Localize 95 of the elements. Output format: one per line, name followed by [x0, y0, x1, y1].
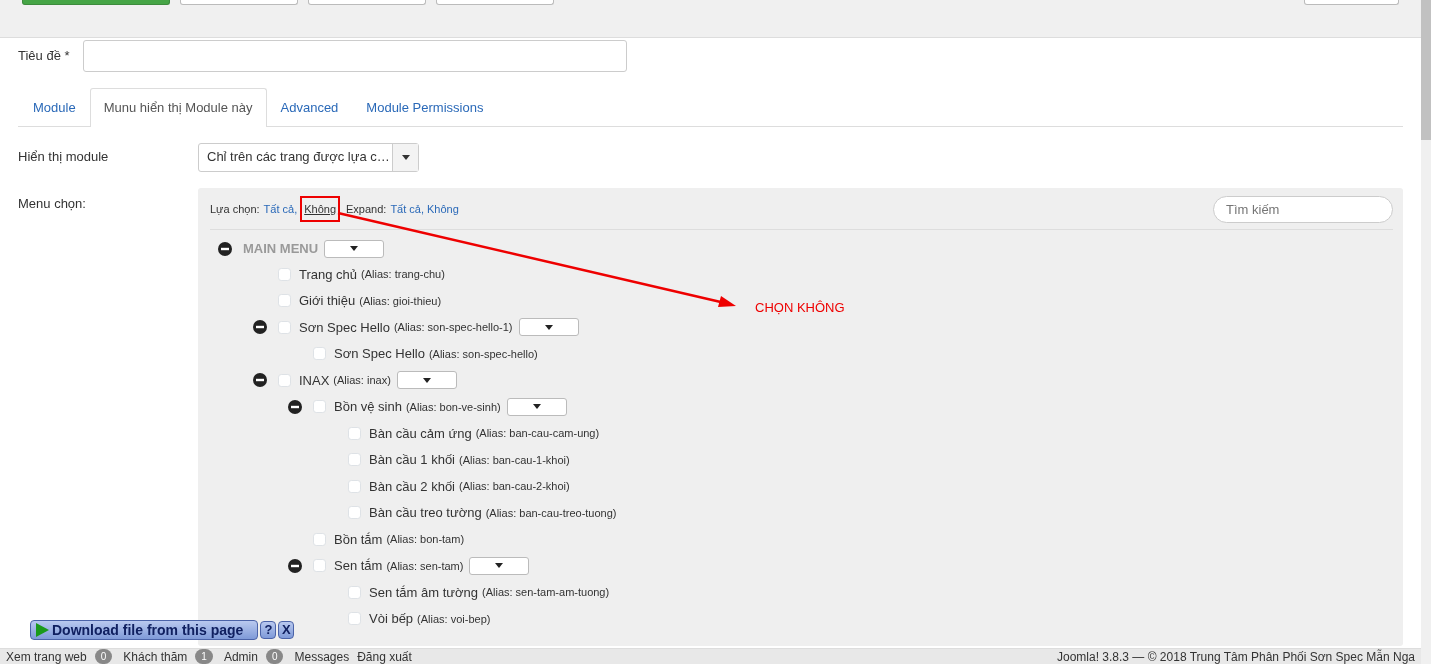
menu-item-label: Sen tắm âm tường [369, 583, 478, 602]
dropdown-button[interactable] [396, 371, 457, 390]
collapse-icon[interactable] [288, 399, 302, 414]
item-checkbox[interactable] [313, 559, 326, 573]
tab[interactable]: Module [19, 88, 90, 127]
menu-item-label: Bồn tắm [334, 530, 383, 549]
collapse-icon[interactable] [253, 373, 267, 388]
collapse-icon[interactable] [218, 241, 232, 256]
menu-item-alias: (Alias: ban-cau-cam-ung) [475, 426, 600, 441]
menu-item-label: Sen tắm [334, 557, 383, 575]
tab[interactable]: Munu hiển thị Module này [89, 88, 267, 127]
item-checkbox[interactable] [348, 479, 361, 493]
menu-item-label: Sơn Spec Hello [334, 345, 425, 363]
help-button[interactable]: ? [260, 621, 277, 639]
item-checkbox[interactable] [278, 320, 291, 334]
search-field[interactable]: Tìm kiếm [1213, 195, 1393, 223]
menu-item-label: INAX [299, 371, 330, 390]
menu-item-label: Bàn cầu treo tường [369, 504, 482, 522]
caret-icon [422, 377, 431, 383]
caret-icon [401, 154, 410, 160]
status-link[interactable]: Admin [223, 647, 258, 664]
filter-link[interactable]: Tất cả, [390, 200, 424, 218]
count-badge: 0 [265, 649, 284, 664]
filter-link[interactable]: Tất cả, [263, 200, 298, 218]
filter-label: Expand: [346, 201, 387, 217]
status-link[interactable]: Xem trang web [6, 647, 87, 664]
item-checkbox[interactable] [278, 267, 291, 281]
field-label: Tiêu đề * [18, 47, 71, 66]
menu-item-label: Sơn Spec Hello [299, 318, 390, 337]
field-label: Menu chọn: [18, 194, 87, 213]
count-badge: 1 [195, 649, 213, 664]
dropdown-button[interactable] [469, 556, 530, 575]
status-link[interactable]: Đăng xuất [357, 647, 412, 664]
menu-item-alias: (Alias: ban-cau-1-khoi) [459, 452, 570, 468]
menu-item-label: Bàn cầu 1 khối [369, 451, 455, 469]
menu-item-alias: (Alias: sen-tam-am-tuong) [482, 585, 610, 600]
filter-label: Lựa chọn: [210, 201, 260, 217]
menu-item-alias: (Alias: ban-cau-treo-tuong) [485, 505, 617, 521]
tab[interactable]: Advanced [266, 88, 353, 127]
menu-item-alias: (Alias: voi-bep) [417, 611, 491, 627]
menu-item-label: Bồn vệ sinh [334, 398, 402, 416]
collapse-icon[interactable] [288, 558, 302, 573]
item-checkbox[interactable] [313, 400, 326, 414]
menu-item-alias: (Alias: ban-cau-2-khoi) [459, 479, 570, 494]
item-checkbox[interactable] [313, 347, 326, 361]
menu-item-alias: (Alias: inax) [333, 373, 391, 388]
menu-item-alias: (Alias: sen-tam) [386, 558, 464, 574]
download-button[interactable]: Download file from this page [30, 620, 259, 640]
title-input[interactable] [83, 40, 627, 72]
item-checkbox[interactable] [278, 294, 291, 308]
collapse-icon[interactable] [253, 320, 267, 335]
item-checkbox[interactable] [348, 506, 361, 520]
menu-item-alias: (Alias: gioi-thieu) [359, 293, 442, 309]
menu-item-alias: (Alias: trang-chu) [361, 267, 445, 282]
menu-item-label: Bàn cầu cảm ứng [369, 424, 472, 443]
item-checkbox[interactable] [278, 373, 291, 387]
status-link[interactable]: Khách thăm [123, 647, 188, 664]
dropdown-button[interactable] [506, 397, 567, 416]
toolbar-button[interactable] [180, 0, 298, 5]
toolbar-button[interactable] [308, 0, 426, 5]
field-label: Hiển thị module [18, 148, 110, 167]
caret-icon [544, 324, 553, 330]
filter-link[interactable]: Không [427, 200, 459, 218]
caret-icon [532, 404, 541, 410]
annotation-text: CHỌN KHÔNG [755, 299, 845, 317]
menu-item-label: Bàn cầu 2 khối [369, 477, 455, 496]
item-checkbox[interactable] [313, 532, 326, 546]
display-select[interactable]: Chỉ trên các trang được lựa c… [198, 142, 419, 172]
play-icon [35, 623, 49, 637]
dropdown-button[interactable] [324, 239, 385, 258]
menu-item-label: Giới thiệu [299, 292, 356, 310]
menu-item-label: Vòi bếp [369, 610, 414, 628]
caret-icon [350, 246, 359, 252]
toolbar-button[interactable] [436, 0, 554, 5]
menu-item-alias: (Alias: son-spec-hello) [428, 346, 538, 362]
menu-title: MAIN MENU [243, 240, 319, 258]
scrollbar[interactable] [1421, 0, 1431, 664]
menu-item-alias: (Alias: bon-ve-sinh) [405, 399, 501, 415]
footer-text: Joomla! 3.8.3 — © 2018 Trung Tâm Phân Phối Sơn Spec Mẫn Nga [1056, 648, 1415, 664]
toolbar-button[interactable] [1304, 0, 1399, 5]
dropdown-button[interactable] [518, 318, 579, 337]
status-link[interactable]: Messages [294, 647, 350, 664]
count-badge: 0 [94, 649, 113, 664]
menu-item-alias: (Alias: bon-tam) [386, 532, 465, 547]
item-checkbox[interactable] [348, 453, 361, 467]
caret-icon [495, 563, 504, 569]
tab[interactable]: Module Permissions [352, 88, 498, 127]
close-button[interactable]: X [278, 621, 295, 639]
menu-item-label: Trang chủ [299, 265, 358, 284]
menu-item-alias: (Alias: son-spec-hello-1) [393, 320, 513, 335]
item-checkbox[interactable] [348, 585, 361, 599]
filter-link[interactable]: Không [304, 202, 336, 215]
toolbar-button[interactable] [22, 0, 170, 5]
item-checkbox[interactable] [348, 612, 361, 626]
item-checkbox[interactable] [348, 426, 361, 440]
